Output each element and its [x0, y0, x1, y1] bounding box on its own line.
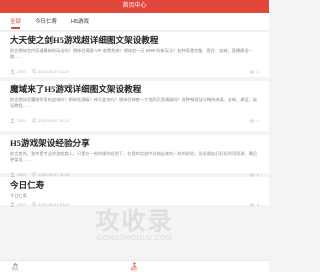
view-count-value: 1: [256, 118, 259, 123]
view-count: 1: [249, 68, 259, 75]
article-card[interactable]: 魔域来了H5游戏详细图文架设教程 前言想体验魔域传奇的战场吗？想体验满级？神兵变…: [0, 81, 269, 131]
publish-date: 2022-06-27 11:10: [38, 172, 70, 177]
user-icon: [10, 69, 15, 74]
publish-date: 2022-06-27 11:11: [38, 118, 70, 123]
tab-h5-games[interactable]: H5游戏: [71, 13, 89, 31]
header-title: 首页中心: [122, 3, 147, 9]
article-meta: CEO 2022-06-27 11:27 1: [10, 68, 259, 75]
author-name: CEO: [17, 202, 26, 207]
top-header: 首页中心: [0, 0, 269, 13]
nav-me-label: 我的: [130, 267, 138, 271]
nav-me[interactable]: 我的: [126, 262, 142, 271]
article-card[interactable]: H5游戏架设经验分享 前言首先，我并是专业的游戏商人，只是在一些的操作经验下，在…: [0, 135, 269, 177]
nav-home-label: 首页: [11, 267, 19, 271]
eye-icon: [249, 119, 256, 122]
user-icon: [10, 118, 15, 123]
view-count: 1: [249, 117, 259, 124]
article-desc: 今日仁寿: [10, 193, 27, 198]
clock-icon: [31, 202, 36, 207]
view-count: 1: [249, 171, 259, 178]
article-list: 大天使之剑H5游戏超详细图文架设教程 前言想体验传奇道最新的玩法吗？想体验满屏 …: [0, 32, 269, 209]
tab-today-renshou[interactable]: 今日仁寿: [35, 13, 57, 31]
bottom-nav: 首页 我的: [0, 260, 269, 272]
author-name: CEO: [17, 118, 26, 123]
nav-home[interactable]: 首页: [7, 262, 23, 271]
user-icon: [10, 202, 15, 207]
article-meta: CEO 2022-06-27 11:11 1: [10, 117, 259, 124]
eye-icon: [249, 70, 256, 73]
view-count: 1: [249, 201, 259, 208]
watermark-domain: GONGSHOULU.COM: [96, 235, 173, 242]
clock-icon: [31, 118, 36, 123]
clock-icon: [31, 172, 36, 177]
publish-date: 2022-06-27 07:47: [38, 202, 70, 207]
watermark-logo-text: 攻收录: [95, 207, 174, 235]
article-desc: 前言想体验传奇道最新的玩法吗？想体验满屏 VIP 收费系统？想体验一万 9999…: [10, 48, 253, 60]
article-title[interactable]: 大天使之剑H5游戏超详细图文架设教程: [10, 35, 259, 46]
article-card[interactable]: 大天使之剑H5游戏超详细图文架设教程 前言想体验传奇道最新的玩法吗？想体验满屏 …: [0, 32, 269, 77]
view-count-value: 1: [256, 69, 259, 74]
article-title[interactable]: 今日仁寿: [10, 180, 259, 191]
view-count-value: 1: [256, 202, 259, 207]
view-count-value: 1: [256, 172, 259, 177]
article-title[interactable]: H5游戏架设经验分享: [10, 138, 259, 149]
article-title[interactable]: 魔域来了H5游戏详细图文架设教程: [10, 84, 259, 95]
user-icon: [10, 172, 15, 177]
eye-icon: [249, 203, 256, 206]
tab-all[interactable]: 全部: [10, 13, 21, 31]
article-desc: 前言首先，我并是专业的游戏商人，只是在一些的操作经验下，在我的实战中总结出来的一…: [10, 151, 258, 163]
eye-icon: [249, 173, 256, 176]
publish-date: 2022-06-27 11:27: [38, 69, 70, 74]
article-card[interactable]: 今日仁寿 今日仁寿 CEO 2022-06-27 07:47 1: [0, 177, 269, 208]
article-desc: 前言想体验魔域传奇的战场吗？想体验满级？神兵变态吗？想体验神兽一大批的页游满级吗…: [10, 97, 258, 109]
site-watermark: 攻收录 GONGSHOULU.COM: [0, 208, 269, 243]
category-tabs: 全部 今日仁寿 H5游戏: [0, 13, 269, 31]
author-name: CEO: [17, 172, 26, 177]
clock-icon: [31, 69, 36, 74]
author-name: CEO: [17, 69, 26, 74]
